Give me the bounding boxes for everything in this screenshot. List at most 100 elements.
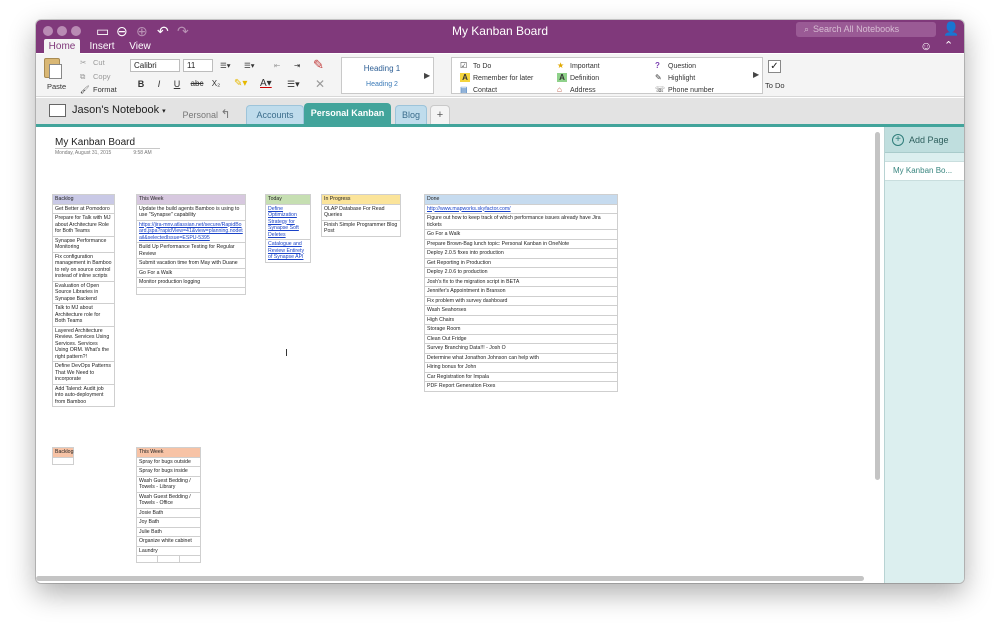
todo-tag-button[interactable]: To Do [765,81,785,90]
in-progress-item[interactable]: Finish Simple Programmer Blog Post [321,219,401,237]
section-tab-personal[interactable]: Personal ↰ [179,105,234,124]
backlog-item[interactable]: Fix configuration management in Bamboo t… [52,251,115,282]
this-week-item[interactable]: Monitor production logging [136,277,246,288]
page-canvas[interactable]: My Kanban Board Monday, August 31, 2015 9… [36,127,883,583]
done-item[interactable]: Figure out how to keep track of which pe… [424,213,618,230]
in-progress-item[interactable]: OLAP Database For Read Queries [321,203,401,221]
style-heading-2[interactable]: Heading 2 [342,81,422,88]
tag-highlight[interactable]: ✎ Highlight [655,73,695,82]
done-item[interactable]: Survey Branching Data!!! - Josh O [424,343,618,354]
done-item[interactable]: Deploy 2.0.6 to production [424,267,618,278]
tag-contact[interactable]: ▤ Contact [460,85,497,94]
today-item[interactable]: Define Optimization Strategy for Synapse… [265,203,311,240]
done-header[interactable]: Done [424,194,618,205]
numbering-icon[interactable]: ☰▾ [244,61,255,70]
bold-button[interactable]: B [134,79,148,89]
cut-button[interactable]: Cut [93,58,105,67]
this-week-item[interactable]: Submit vacation time from May with Duane [136,258,246,269]
done-item[interactable]: Hiring bonus for John [424,362,618,373]
align-icon[interactable]: ☰▾ [287,79,300,90]
in-progress-header[interactable]: In Progress [321,194,401,205]
backlog-item[interactable]: Define DevOps Patterns That We Need to i… [52,361,115,385]
backlog-2-empty-cell[interactable] [52,456,74,465]
backlog-item[interactable]: Prepare for Talk with MJ about Architect… [52,213,115,237]
tag-question[interactable]: ? Question [655,61,696,70]
this-week-header[interactable]: This Week [136,194,246,205]
page-title[interactable]: My Kanban Board [55,137,135,148]
bullets-icon[interactable]: ☰▾ [220,61,231,70]
done-item[interactable]: Fix problem with survey dashboard [424,295,618,306]
done-item[interactable]: Clean Out Fridge [424,333,618,344]
this-week-2-empty-cell[interactable] [178,555,202,563]
this-week-item[interactable]: Update the build agents Bamboo is using … [136,203,246,221]
this-week-2-header[interactable]: This Week [136,447,201,458]
clear-formatting-icon[interactable]: ✎ [313,57,324,73]
format-painter-button[interactable]: Format [93,85,117,94]
italic-button[interactable]: I [152,79,166,89]
collapse-ribbon-icon[interactable]: ⌃ [944,39,953,52]
notebook-icon[interactable] [49,104,66,117]
done-item[interactable]: Storage Room [424,324,618,335]
backlog-item[interactable]: Layered Architecture Review. Services Us… [52,325,115,362]
font-size-select[interactable]: 11 [183,59,213,72]
paste-icon[interactable] [44,58,62,79]
this-week-item[interactable]: Go For a Walk [136,267,246,278]
done-item[interactable]: PDF Report Generation Fixes [424,381,618,392]
done-link[interactable]: http://www.mapworks.skyfactor.com/ [424,203,618,214]
backlog-table[interactable]: Backlog Get Better at Pomodoro Prepare f… [52,194,115,407]
section-tab-accounts[interactable]: Accounts [246,105,304,124]
page-list-item[interactable]: My Kanban Bo... [885,161,964,181]
this-week-empty-cell[interactable] [136,286,246,295]
backlog-header[interactable]: Backlog [52,194,115,205]
this-week-2-item[interactable]: Laundry [136,545,201,556]
this-week-2-item[interactable]: Organize white cabinet [136,536,201,547]
done-item[interactable]: High Chairs [424,314,618,325]
today-header[interactable]: Today [265,194,311,205]
backlog-item[interactable]: Synapse Performance Monitoring [52,235,115,253]
this-week-item[interactable]: Build Up Performance Testing for Regular… [136,242,246,259]
styles-more-icon[interactable]: ▶ [424,71,430,80]
this-week-2-item[interactable]: Julie Bath [136,526,201,537]
today-item[interactable]: Catalogue and Review Entirety of Synapse… [265,239,311,263]
outdent-icon[interactable]: ⇤ [274,61,280,70]
backlog-item[interactable]: Evaluation of Open Source Libraries in S… [52,280,115,304]
done-item[interactable]: Prepare Brown-Bag lunch topic: Personal … [424,238,618,249]
underline-button[interactable]: U [170,79,184,89]
tag-important[interactable]: ★ Important [557,61,600,70]
style-heading-1[interactable]: Heading 1 [342,64,422,73]
tab-view[interactable]: View [126,39,154,54]
tag-phone-number[interactable]: ☏ Phone number [655,85,714,94]
indent-icon[interactable]: ⇥ [294,61,300,70]
tag-remember-for-later[interactable]: A Remember for later [460,73,533,82]
tab-insert[interactable]: Insert [84,39,120,54]
this-week-2-item[interactable]: Wash Guest Bedding / Towels - Office [136,491,201,509]
delete-icon[interactable]: ✕ [315,77,325,91]
font-color-icon[interactable]: A▾ [260,78,272,89]
tab-home[interactable]: Home [44,39,80,54]
backlog-item[interactable]: Talk to MJ about Architecture role for B… [52,303,115,327]
search-notebooks-input[interactable]: ⌕ Search All Notebooks [796,22,936,37]
done-item[interactable]: Get Reporting in Production [424,257,618,268]
tags-gallery[interactable]: ☑ To Do ★ Important ? Question A Remember fo… [451,57,763,94]
done-item[interactable]: Deploy 2.0.5 fixes into production [424,248,618,259]
tag-address[interactable]: ⌂ Address [557,85,596,94]
backlog-2-table[interactable]: Backlog [52,447,74,465]
done-item[interactable]: Jennifer's Appointment in Branson [424,286,618,297]
this-week-2-empty-cell[interactable] [135,555,159,563]
notebook-switcher[interactable]: Jason's Notebook ▾ [72,104,166,116]
tag-todo[interactable]: ☑ To Do [460,61,491,70]
done-item[interactable]: Go For a Walk [424,229,618,240]
todo-check-icon[interactable]: ✓ [768,60,781,73]
share-icon[interactable]: 👤 [943,21,959,37]
this-week-2-item[interactable]: Wash Guest Bedding / Towels - Library [136,475,201,493]
this-week-2-item[interactable]: Spray for bugs inside [136,466,201,477]
backlog-2-header[interactable]: Backlog [52,447,74,458]
this-week-2-item[interactable]: Joy Bath [136,517,201,528]
done-item[interactable]: Wash Seahorses [424,305,618,316]
paste-button[interactable]: Paste [47,82,66,91]
add-section-button[interactable]: + [430,105,450,124]
this-week-2-item[interactable]: Josie Bath [136,507,201,518]
tag-definition[interactable]: A Definition [557,73,599,82]
copy-button[interactable]: Copy [93,72,111,81]
backlog-item[interactable]: Add Talend: Audit job into auto-deployme… [52,383,115,407]
